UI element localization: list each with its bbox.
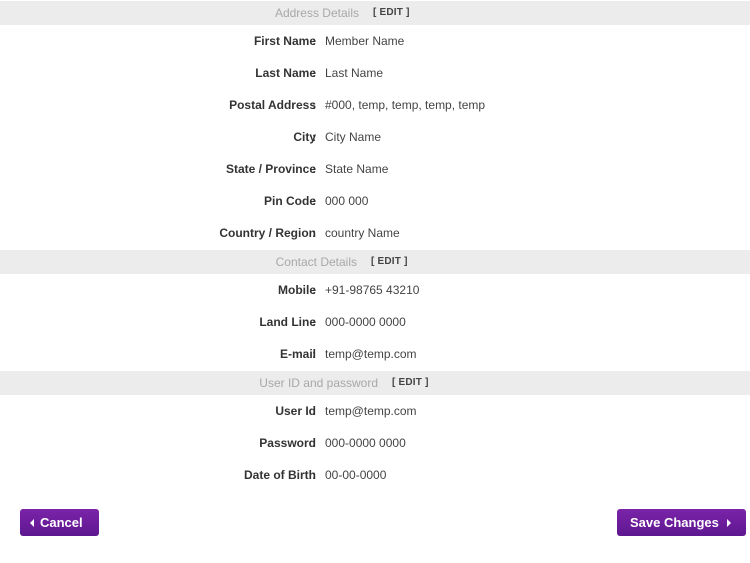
credentials-edit-link[interactable]: [ EDIT ]	[392, 371, 429, 395]
first-name-value: Member Name	[325, 34, 405, 48]
address-details-title: Address Details	[274, 6, 359, 20]
colon: :	[312, 34, 316, 48]
save-changes-button-label: Save Changes	[630, 515, 719, 530]
cancel-button[interactable]: Cancel	[20, 509, 99, 536]
date-of-birth-value: 00-00-0000	[325, 468, 387, 482]
land-line-label: Land Line	[259, 315, 316, 329]
last-name-label: Last Name	[255, 66, 316, 80]
colon: :	[312, 226, 316, 240]
colon: :	[312, 283, 316, 297]
contact-edit-link[interactable]: [ EDIT ]	[371, 250, 408, 274]
postal-address-value: #000, temp, temp, temp, temp	[325, 98, 486, 112]
mobile-value: +91-98765 43210	[325, 283, 420, 297]
pin-code-label: Pin Code	[263, 194, 316, 208]
contact-details-header: Contact Details [ EDIT ]	[0, 250, 750, 274]
profile-details-page: Address Details [ EDIT ] First Name : Me…	[0, 0, 750, 563]
mobile-label: Mobile	[278, 283, 316, 297]
credentials-title: User ID and password	[259, 376, 378, 390]
colon: :	[312, 130, 316, 144]
postal-address-row: Postal Address : #000, temp, temp, temp,…	[0, 96, 750, 114]
date-of-birth-label: Date of Birth	[244, 468, 316, 482]
pin-code-row: Pin Code : 000 000	[0, 192, 750, 210]
password-row: Password : 000-0000 0000	[0, 434, 750, 452]
city-value: City Name	[325, 130, 382, 144]
land-line-row: Land Line : 000-0000 0000	[0, 313, 750, 331]
email-value: temp@temp.com	[325, 347, 417, 361]
colon: :	[312, 194, 316, 208]
state-value: State Name	[325, 162, 389, 176]
user-id-label: User Id	[275, 404, 316, 418]
chevron-left-icon	[30, 518, 34, 527]
country-value: country Name	[325, 226, 400, 240]
state-row: State / Province : State Name	[0, 160, 750, 178]
colon: :	[312, 66, 316, 80]
first-name-label: First Name	[253, 34, 316, 48]
colon: :	[312, 468, 316, 482]
contact-details-title: Contact Details	[275, 255, 357, 269]
colon: :	[312, 98, 316, 112]
address-edit-link[interactable]: [ EDIT ]	[373, 1, 410, 25]
user-id-row: User Id : temp@temp.com	[0, 402, 750, 420]
address-details-header: Address Details [ EDIT ]	[0, 1, 750, 25]
date-of-birth-row: Date of Birth : 00-00-0000	[0, 466, 750, 484]
city-row: City : City Name	[0, 128, 750, 146]
land-line-value: 000-0000 0000	[325, 315, 406, 329]
user-id-value: temp@temp.com	[325, 404, 417, 418]
password-value: 000-0000 0000	[325, 436, 406, 450]
pin-code-value: 000 000	[325, 194, 369, 208]
colon: :	[312, 162, 316, 176]
colon: :	[312, 347, 316, 361]
country-label: Country / Region	[219, 226, 316, 240]
password-label: Password	[259, 436, 316, 450]
postal-address-label: Postal Address	[229, 98, 316, 112]
cancel-button-label: Cancel	[40, 515, 83, 530]
chevron-right-icon	[726, 518, 731, 527]
save-changes-button[interactable]: Save Changes	[617, 509, 746, 536]
first-name-row: First Name : Member Name	[0, 32, 750, 50]
credentials-header: User ID and password [ EDIT ]	[0, 371, 750, 395]
colon: :	[312, 436, 316, 450]
colon: :	[312, 315, 316, 329]
email-row: E-mail : temp@temp.com	[0, 345, 750, 363]
email-label: E-mail	[279, 347, 316, 361]
colon: :	[312, 404, 316, 418]
state-label: State / Province	[225, 162, 316, 176]
last-name-row: Last Name : Last Name	[0, 64, 750, 82]
last-name-value: Last Name	[325, 66, 384, 80]
mobile-row: Mobile : +91-98765 43210	[0, 281, 750, 299]
country-row: Country / Region : country Name	[0, 224, 750, 242]
